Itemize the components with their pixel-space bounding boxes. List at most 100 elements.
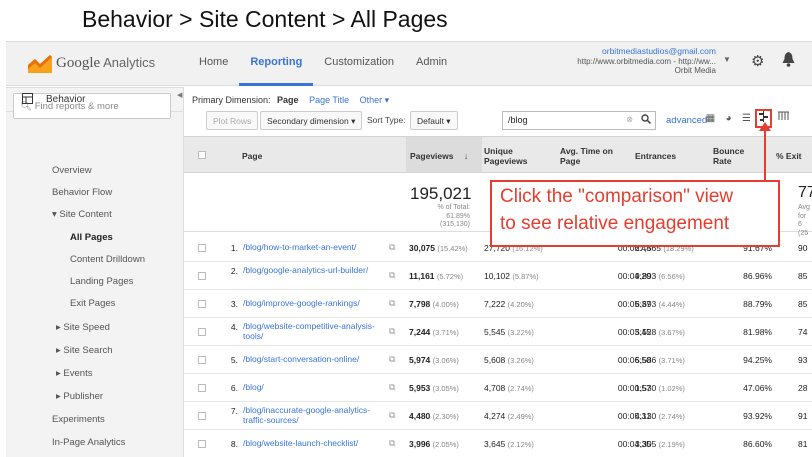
dimension-page-title[interactable]: Page Title [309, 95, 349, 105]
unique-pageviews-cell: 5,608 (3.26%) [484, 355, 534, 365]
pageviews-cell: 7,798 (4.00%) [409, 299, 459, 309]
row-checkbox[interactable] [198, 300, 206, 308]
sidebar-item-label: Behavior [46, 94, 86, 105]
google-analytics-logo[interactable]: Google Analytics [28, 53, 155, 73]
page-link[interactable]: /blog/website-launch-checklist/ [243, 438, 388, 449]
external-link-icon[interactable]: ⧉ [389, 270, 395, 281]
callout-arrow-head [759, 122, 771, 131]
nav-reporting[interactable]: Reporting [239, 42, 314, 86]
gear-icon[interactable]: ⚙ [751, 52, 764, 70]
exit-cell: 93 [798, 355, 808, 365]
dimension-page[interactable]: Page [277, 95, 299, 105]
search-icon[interactable] [641, 114, 652, 127]
unique-pageviews-cell: 10,102 (5.87%) [484, 271, 539, 281]
sidebar-item-publisher[interactable]: ▸ Publisher [56, 391, 103, 402]
row-index: 3. [230, 299, 238, 309]
table-filter-input[interactable]: /blog ⊗ [502, 111, 656, 130]
row-checkbox[interactable] [198, 356, 206, 364]
column-header-avg-time[interactable]: Avg. Time on Page [560, 146, 630, 166]
external-link-icon[interactable]: ⧉ [389, 382, 395, 393]
performance-view-icon[interactable]: ☰ [738, 110, 755, 129]
exit-cell: 91 [798, 411, 808, 421]
row-checkbox[interactable] [198, 440, 206, 448]
column-header-exit[interactable]: % Exit [776, 151, 802, 161]
table-view-icon[interactable]: ▦ [702, 110, 719, 129]
sort-type-dropdown[interactable]: Default ▾ [410, 111, 458, 130]
external-link-icon[interactable]: ⧉ [389, 326, 395, 337]
table-row: 2. /blog/google-analytics-url-builder/⧉ 11… [184, 262, 812, 290]
collapse-sidebar-icon[interactable]: ◀ [177, 91, 182, 99]
nav-admin[interactable]: Admin [405, 42, 458, 86]
pageviews-cell: 5,953 (3.05%) [409, 383, 459, 393]
dimension-other[interactable]: Other ▾ [360, 95, 390, 105]
percentage-view-icon[interactable]: ◕ [720, 110, 737, 129]
external-link-icon[interactable]: ⧉ [389, 410, 395, 421]
primary-dimension-row: Primary Dimension: Page Page Title Other… [192, 95, 389, 106]
entrances-cell: 5,586 (3.71%) [635, 355, 685, 365]
sidebar-item-content-drilldown[interactable]: Content Drilldown [70, 254, 145, 265]
column-header-entrances[interactable]: Entrances [635, 151, 676, 161]
sidebar-item-site-search[interactable]: ▸ Site Search [56, 345, 113, 356]
sidebar-item-site-speed[interactable]: ▸ Site Speed [56, 322, 110, 333]
row-index: 5. [230, 355, 238, 365]
sidebar-item-exit-pages[interactable]: Exit Pages [70, 298, 115, 309]
unique-pageviews-cell: 4,274 (2.49%) [484, 411, 534, 421]
nav-home[interactable]: Home [188, 42, 239, 86]
bounce-rate-cell: 86.60% [743, 439, 772, 449]
row-checkbox[interactable] [198, 412, 206, 420]
table-row: 5. /blog/start-conversation-online/⧉ 5,974… [184, 346, 812, 374]
total-pageviews-share: % of Total: 61.89% (315,130) [437, 204, 470, 228]
pivot-view-icon[interactable] [775, 110, 792, 129]
sidebar-item-behavior-flow[interactable]: Behavior Flow [52, 187, 112, 198]
page-link[interactable]: /blog/how-to-market-an-event/ [243, 242, 388, 253]
pageviews-cell: 3,996 (2.05%) [409, 439, 459, 449]
column-header-bounce-rate[interactable]: Bounce Rate [713, 146, 755, 166]
column-header-unique-pageviews[interactable]: Unique Pageviews [484, 146, 554, 166]
report-search-input[interactable]: 🔍︎ Find reports & more [13, 93, 171, 119]
sidebar-item-all-pages[interactable]: All Pages [70, 232, 113, 243]
row-checkbox[interactable] [198, 328, 206, 336]
sidebar-item-experiments[interactable]: Experiments [52, 414, 105, 425]
row-index: 6. [230, 383, 238, 393]
select-all-checkbox[interactable] [198, 151, 206, 159]
sidebar-item-events[interactable]: ▸ Events [56, 368, 92, 379]
bell-icon[interactable] [782, 52, 795, 70]
bounce-rate-cell: 81.98% [743, 327, 772, 337]
secondary-dimension-dropdown[interactable]: Secondary dimension ▾ [260, 111, 363, 130]
sidebar-item-landing-pages[interactable]: Landing Pages [70, 276, 133, 287]
sidebar-item-in-page-analytics[interactable]: In-Page Analytics [52, 437, 125, 448]
row-checkbox[interactable] [198, 244, 206, 252]
row-checkbox[interactable] [198, 384, 206, 392]
page-link[interactable]: /blog/ [243, 382, 388, 393]
page-link[interactable]: /blog/google-analytics-url-builder/ [243, 265, 388, 276]
external-link-icon[interactable]: ⧉ [389, 354, 395, 365]
filter-value: /blog [508, 115, 528, 125]
row-checkbox[interactable] [198, 272, 206, 280]
page-link[interactable]: /blog/website-competitive-analysis-tools… [243, 321, 388, 341]
bounce-rate-cell: 86.96% [743, 271, 772, 281]
analytics-logo-icon [28, 55, 52, 73]
account-selector[interactable]: orbitmediastudios@gmail.com http://www.o… [577, 46, 716, 76]
account-url: http://www.orbitmedia.com - http://ww... [577, 56, 716, 66]
bounce-rate-cell: 94.25% [743, 355, 772, 365]
sidebar-item-overview[interactable]: Overview [52, 165, 92, 176]
chevron-down-icon[interactable]: ▼ [723, 55, 731, 64]
callout-line-2: to see relative engagement [500, 213, 730, 234]
row-index: 4. [230, 322, 238, 332]
sidebar-item-site-content[interactable]: ▾ Site Content [52, 209, 112, 220]
column-header-pageviews[interactable]: Pageviews ↓ [406, 137, 482, 172]
external-link-icon[interactable]: ⧉ [389, 438, 395, 449]
page-link[interactable]: /blog/inaccurate-google-analytics-traffi… [243, 405, 388, 425]
exit-cell: 90 [798, 243, 808, 253]
external-link-icon[interactable]: ⧉ [389, 242, 395, 253]
entrances-cell: 3,305 (2.19%) [635, 439, 685, 449]
plot-rows-button[interactable]: Plot Rows [206, 111, 259, 130]
external-link-icon[interactable]: ⧉ [389, 298, 395, 309]
column-header-page[interactable]: Page [242, 151, 262, 161]
nav-customization[interactable]: Customization [313, 42, 405, 86]
page-link[interactable]: /blog/improve-google-rankings/ [243, 298, 388, 309]
page-link[interactable]: /blog/start-conversation-online/ [243, 354, 388, 365]
logo-name: Google [56, 54, 101, 71]
clear-filter-icon[interactable]: ⊗ [626, 115, 633, 124]
callout-line-1: Click the "comparison" view [500, 186, 734, 207]
